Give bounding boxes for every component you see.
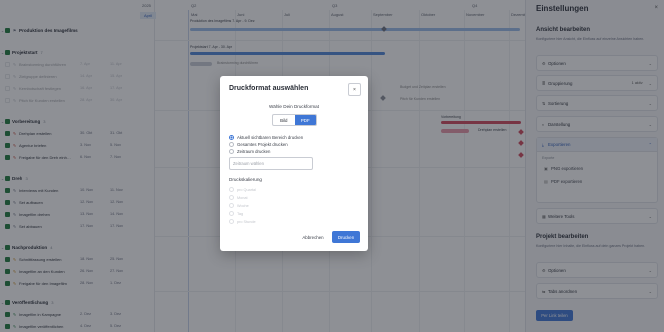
radio-label: Gesamtes Projekt drucken [237,142,288,147]
radio-visible-range[interactable]: Aktuell sichtbaren Bereich drucken [229,135,303,140]
cancel-button[interactable]: Abbrechen [298,231,328,243]
radio-indicator[interactable] [229,219,234,224]
radio-period[interactable]: Zeitraum drucken [229,149,270,154]
radio-label: Aktuell sichtbaren Bereich drucken [237,135,304,140]
scale-option[interactable]: Woche [229,203,249,208]
dialog-title: Druckformat auswählen [229,85,309,92]
radio-label: Zeitraum drucken [237,149,271,154]
format-pdf-option[interactable]: PDF [294,115,316,125]
scaling-heading: Druckskalierung [229,177,262,182]
radio-indicator[interactable] [229,142,234,147]
radio-full-project[interactable]: Gesamtes Projekt drucken [229,142,288,147]
scale-option[interactable]: pro Stunde [229,219,256,224]
period-input[interactable]: Zeitraum wählen [229,157,313,170]
close-button[interactable]: × [348,83,361,96]
radio-indicator[interactable] [229,135,234,140]
scale-label: pro Stunde [237,219,256,224]
scale-label: Woche [237,203,249,208]
print-button[interactable]: Drucken [332,231,360,243]
format-toggle: Bild PDF [272,114,317,126]
radio-indicator[interactable] [229,149,234,154]
radio-indicator[interactable] [229,195,234,200]
scale-label: pro Quartal [237,187,256,192]
scale-option[interactable]: pro Quartal [229,187,256,192]
app-window: ⌄ ⚑ Produktion des Imagefilms ⌄ Projekts… [0,0,664,332]
scale-option[interactable]: Tag [229,211,243,216]
scale-label: Tag [237,211,244,216]
radio-indicator[interactable] [229,187,234,192]
scale-label: Monat [237,195,248,200]
scale-option[interactable]: Monat [229,195,248,200]
radio-indicator[interactable] [229,203,234,208]
format-image-option[interactable]: Bild [273,115,295,125]
radio-indicator[interactable] [229,211,234,216]
format-prompt: Wähle Dein Druckformat [268,104,320,109]
print-format-dialog: Druckformat auswählen × Wähle Dein Druck… [220,76,368,251]
